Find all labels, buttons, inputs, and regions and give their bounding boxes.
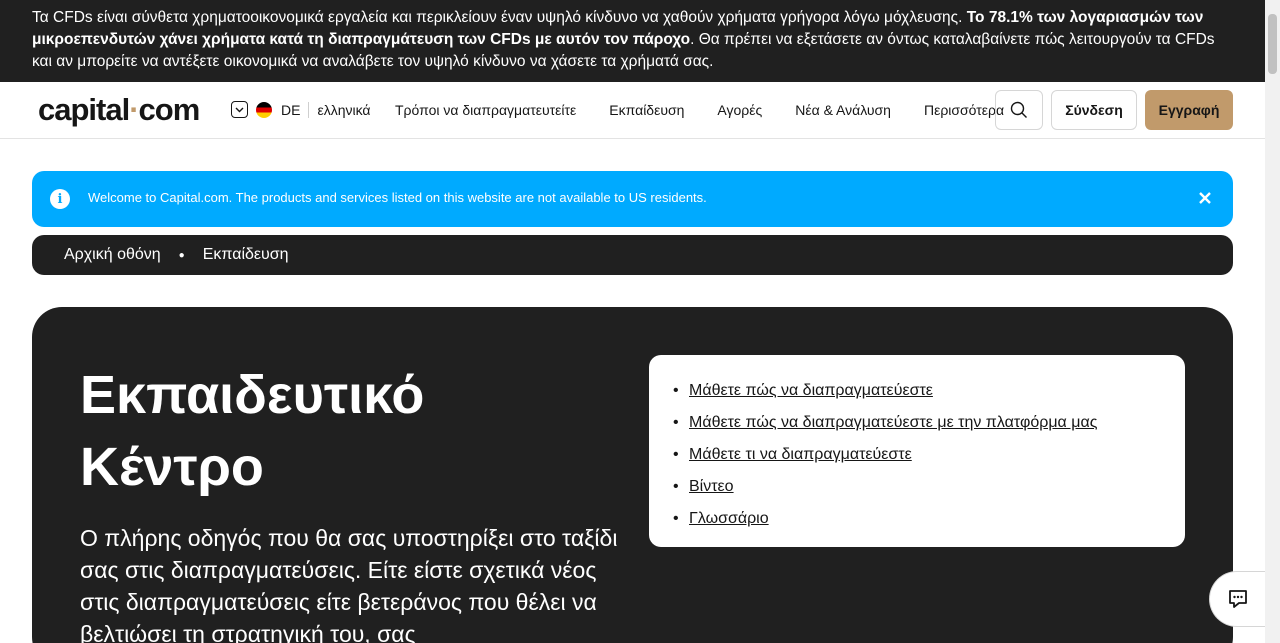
notice-message: Welcome to Capital.com. The products and… (88, 190, 707, 205)
risk-warning-banner: Τα CFDs είναι σύνθετα χρηματοοικονομικά … (0, 0, 1265, 82)
us-residents-notice: i Welcome to Capital.com. The products a… (32, 171, 1233, 227)
nav-item-news-analysis[interactable]: Νέα & Ανάλυση (795, 102, 891, 118)
search-icon (1010, 101, 1027, 118)
breadcrumb-separator: ● (178, 249, 185, 261)
risk-text-part1: Τα CFDs είναι σύνθετα χρηματοοικονομικά … (32, 9, 967, 26)
breadcrumb-current[interactable]: Εκπαίδευση (203, 246, 289, 264)
list-item[interactable]: Γλωσσάριο (669, 503, 1185, 535)
nav-item-markets[interactable]: Αγορές (717, 102, 762, 118)
language-label: ελληνικά (317, 101, 371, 118)
breadcrumb: Αρχική οθόνη ● Εκπαίδευση (32, 235, 1233, 275)
link-videos[interactable]: Βίντεο (689, 478, 734, 495)
link-learn-platform[interactable]: Μάθετε πώς να διαπραγματεύεστε με την πλ… (689, 414, 1097, 431)
hero-section: Εκπαιδευτικό Κέντρο Ο πλήρης οδηγός που … (32, 307, 1233, 643)
breadcrumb-home[interactable]: Αρχική οθόνη (64, 246, 161, 264)
signup-button[interactable]: Εγγραφή (1145, 90, 1233, 130)
chevron-down-icon (231, 101, 248, 118)
logo-dot: · (129, 92, 139, 127)
search-button[interactable] (995, 90, 1043, 130)
link-learn-what-to-trade[interactable]: Μάθετε τι να διαπραγματεύεστε (689, 446, 912, 463)
list-item[interactable]: Μάθετε πώς να διαπραγματεύεστε με την πλ… (669, 407, 1185, 439)
login-button[interactable]: Σύνδεση (1051, 90, 1137, 130)
page-scrollbar[interactable] (1265, 0, 1280, 643)
logo-text-com: com (138, 92, 201, 127)
capital-logo[interactable]: capital·com (38, 92, 201, 128)
logo-text-capital: capital (38, 92, 130, 127)
country-code: DE (281, 101, 301, 118)
nav-item-education[interactable]: Εκπαίδευση (609, 102, 684, 118)
info-icon: i (50, 189, 70, 209)
chat-button[interactable] (1209, 571, 1265, 627)
chat-icon (1228, 590, 1247, 608)
germany-flag-icon (256, 101, 272, 118)
list-item[interactable]: Μάθετε πώς να διαπραγματεύεστε (669, 375, 1185, 407)
close-icon[interactable] (1199, 187, 1211, 210)
site-header: capital·com DE ελληνικά Τρόποι να διαπρα… (0, 82, 1265, 139)
list-item[interactable]: Μάθετε τι να διαπραγματεύεστε (669, 439, 1185, 471)
main-nav: Τρόποι να διαπραγματευτείτε Εκπαίδευση Α… (395, 102, 1037, 118)
nav-item-more[interactable]: Περισσότερα (924, 102, 1004, 118)
link-glossary[interactable]: Γλωσσάριο (689, 510, 769, 527)
hero-description: Ο πλήρης οδηγός που θα σας υποστηρίξει σ… (80, 525, 618, 643)
list-item[interactable]: Βίντεο (669, 471, 1185, 503)
quick-links-card: Μάθετε πώς να διαπραγματεύεστε Μάθετε πώ… (649, 355, 1185, 547)
page-title: Εκπαιδευτικό Κέντρο (80, 365, 425, 497)
divider (308, 101, 310, 118)
nav-item-ways-to-trade[interactable]: Τρόποι να διαπραγματευτείτε (395, 102, 576, 118)
link-learn-to-trade[interactable]: Μάθετε πώς να διαπραγματεύεστε (689, 382, 933, 399)
language-selector[interactable]: DE ελληνικά (231, 101, 371, 118)
scrollbar-thumb[interactable] (1268, 14, 1277, 74)
